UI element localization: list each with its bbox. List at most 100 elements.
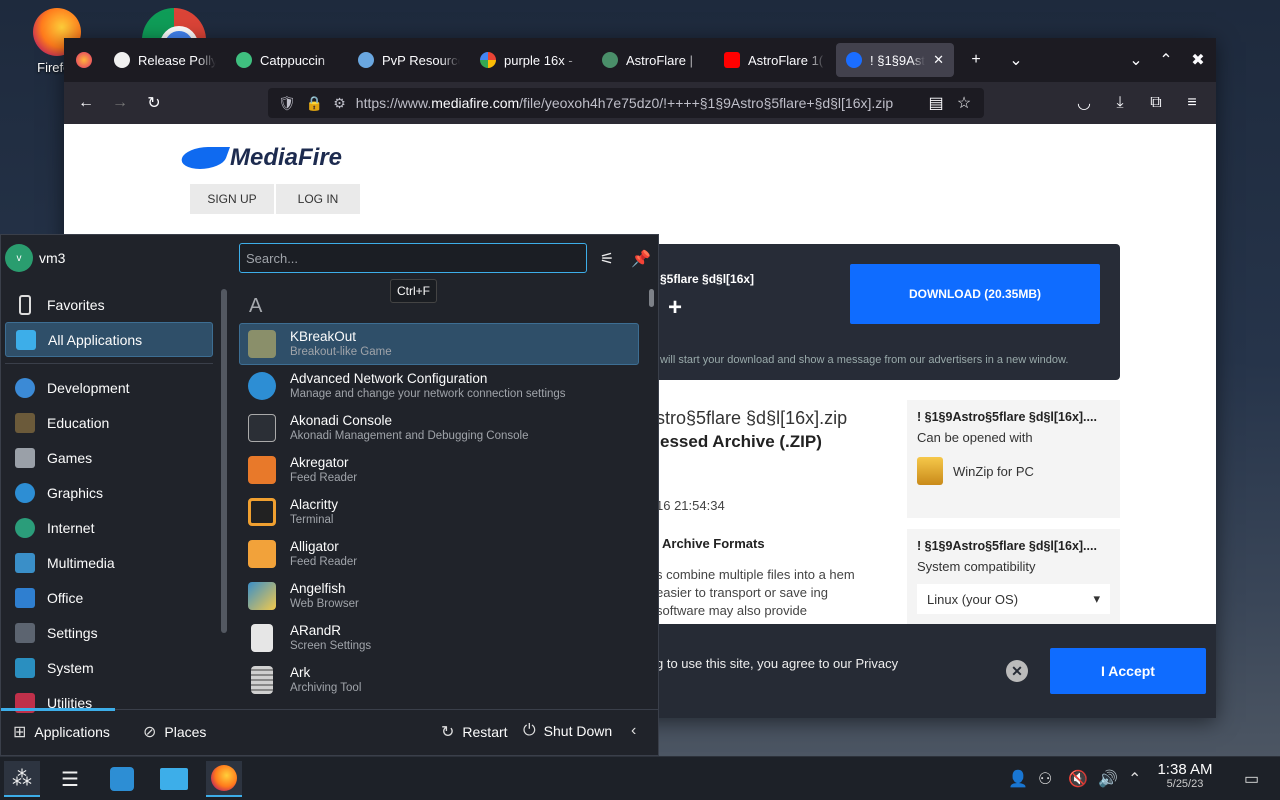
category-multimedia[interactable]: Multimedia: [5, 545, 213, 580]
reload-button[interactable]: ↻: [140, 89, 168, 117]
app-akregator[interactable]: Akregator Feed Reader: [239, 449, 639, 491]
url-text[interactable]: https://www.mediafire.com/file/yeoxoh4h7…: [356, 95, 893, 111]
catppuccin-icon: [236, 52, 252, 68]
app-advanced-network-configuration[interactable]: Advanced Network Configuration Manage and…: [239, 365, 639, 407]
tab-6[interactable]: AstroFlare 1(: [714, 43, 836, 77]
category-settings[interactable]: Settings: [5, 615, 213, 650]
username: vm3: [39, 250, 66, 266]
bookmark-star-icon[interactable]: ☆: [950, 89, 978, 117]
mediafire-icon: [846, 52, 862, 68]
close-window-button[interactable]: ✖: [1184, 46, 1212, 74]
category-office[interactable]: Office: [5, 580, 213, 615]
restart-icon: ↻: [441, 724, 455, 741]
download-button[interactable]: DOWNLOAD (20.35MB): [850, 264, 1100, 324]
back-button[interactable]: ←: [72, 89, 100, 117]
category-system[interactable]: System: [5, 650, 213, 685]
forward-button[interactable]: →: [106, 89, 134, 117]
avatar[interactable]: v: [5, 244, 33, 272]
lock-icon[interactable]: 🔒: [306, 95, 323, 112]
winzip-label: WinZip for PC: [953, 463, 1034, 479]
microphone-muted-icon[interactable]: 🔇: [1068, 769, 1088, 789]
extensions-icon[interactable]: ⧉: [1142, 89, 1170, 117]
tab-7-active[interactable]: ! §1§9Astro ✕: [836, 43, 954, 77]
firefox-view-button[interactable]: [64, 52, 104, 68]
file-manager-button[interactable]: [156, 761, 192, 797]
development-icon: [15, 377, 35, 398]
more-options-button[interactable]: ‹: [631, 722, 636, 740]
category-scrollbar[interactable]: [221, 289, 227, 633]
list-tabs-button[interactable]: ⌄: [1002, 46, 1030, 74]
minimize-button[interactable]: ⌄: [1122, 46, 1150, 74]
application-launcher-button[interactable]: ⁂: [4, 761, 40, 797]
app-alligator[interactable]: Alligator Feed Reader: [239, 533, 639, 575]
mediafire-logo[interactable]: MediaFire: [177, 144, 342, 172]
close-tab-icon[interactable]: ✕: [933, 52, 944, 68]
application-list: A KBreakOut Breakout-like Game Advanced N…: [239, 287, 639, 711]
winzip-link[interactable]: WinZip for PC: [917, 457, 1110, 485]
new-tab-button[interactable]: +: [962, 46, 990, 74]
downloads-icon[interactable]: ⤓: [1106, 89, 1134, 117]
file-name-heading: stro§5flare §d§l[16x].zip: [656, 408, 848, 428]
tab-label: purple 16x -: [504, 52, 573, 68]
category-development[interactable]: Development: [5, 370, 213, 405]
category-all-applications[interactable]: All Applications: [5, 322, 213, 357]
volume-icon[interactable]: 🔊: [1098, 769, 1118, 789]
tab-4[interactable]: purple 16x -: [470, 43, 592, 77]
app-name: Alligator: [290, 539, 339, 554]
sign-up-button[interactable]: SIGN UP: [190, 184, 274, 214]
users-switch-icon[interactable]: ⚇: [1038, 769, 1052, 789]
tab-2[interactable]: Catppuccin: [226, 43, 348, 77]
app-alacritty[interactable]: Alacritty Terminal: [239, 491, 639, 533]
restart-button[interactable]: ↻ Restart: [441, 722, 508, 742]
app-desc: Terminal: [290, 514, 334, 526]
url-bar[interactable]: 🛡 🔒 ⚙ https://www.mediafire.com/file/yeo…: [268, 88, 984, 118]
applications-tab[interactable]: ⊞ Applications: [13, 722, 110, 742]
os-select[interactable]: Linux (your OS) ▾: [917, 584, 1110, 614]
system-settings-button[interactable]: ☰: [52, 761, 88, 797]
accept-button[interactable]: I Accept: [1050, 648, 1206, 694]
app-name: ARandR: [290, 623, 342, 638]
plus-icon[interactable]: +: [668, 294, 682, 322]
category-education[interactable]: Education: [5, 405, 213, 440]
tab-1[interactable]: Release Polly: [104, 43, 226, 77]
category-label: Internet: [47, 519, 95, 536]
clock-date: 5/25/23: [1166, 778, 1204, 790]
category-list: Favorites All Applications Development E…: [1, 287, 217, 713]
shutdown-button[interactable]: ⏻ Shut Down: [523, 722, 612, 740]
app-kbreakout[interactable]: KBreakOut Breakout-like Game: [239, 323, 639, 365]
app-list-scrollbar[interactable]: [649, 289, 654, 307]
app-name: Alacritty: [290, 497, 339, 512]
search-input[interactable]: Search...: [239, 243, 587, 273]
document-icon: [251, 624, 273, 652]
github-icon: [114, 52, 130, 68]
user-icon[interactable]: 👤: [1008, 769, 1028, 789]
app-arandr[interactable]: ARandR Screen Settings: [239, 617, 639, 659]
clock-time: 1:38 AM: [1157, 761, 1213, 778]
app-ark[interactable]: Ark Archiving Tool: [239, 659, 639, 701]
app-akonadi-console[interactable]: Akonadi Console Akonadi Management and De…: [239, 407, 639, 449]
log-in-button[interactable]: LOG IN: [276, 184, 360, 214]
show-desktop-icon[interactable]: ▭: [1244, 769, 1259, 789]
tab-5[interactable]: AstroFlare |: [592, 43, 714, 77]
menu-icon[interactable]: ≡: [1178, 89, 1206, 117]
category-graphics[interactable]: Graphics: [5, 475, 213, 510]
app-angelfish[interactable]: Angelfish Web Browser: [239, 575, 639, 617]
clock[interactable]: 1:38 AM 5/25/23: [1152, 761, 1218, 790]
category-games[interactable]: Games: [5, 440, 213, 475]
pocket-icon[interactable]: ◡: [1070, 89, 1098, 117]
discover-button[interactable]: [104, 761, 140, 797]
permissions-icon[interactable]: ⚙: [333, 95, 346, 112]
pin-icon[interactable]: 📌: [630, 248, 652, 270]
maximize-button[interactable]: ⌃: [1152, 46, 1180, 74]
cookie-close-icon[interactable]: ✕: [1006, 660, 1028, 682]
shield-icon[interactable]: 🛡: [278, 95, 296, 112]
rss-icon: [248, 456, 276, 484]
places-tab[interactable]: ⊘ Places: [143, 722, 206, 742]
category-favorites[interactable]: Favorites: [5, 287, 213, 322]
reader-view-icon[interactable]: ▤: [922, 89, 950, 117]
configure-icon[interactable]: ⚟: [596, 248, 618, 270]
chevron-up-icon[interactable]: ⌃: [1128, 769, 1141, 789]
firefox-task-button[interactable]: [206, 761, 242, 797]
tab-3[interactable]: PvP Resource: [348, 43, 470, 77]
category-internet[interactable]: Internet: [5, 510, 213, 545]
